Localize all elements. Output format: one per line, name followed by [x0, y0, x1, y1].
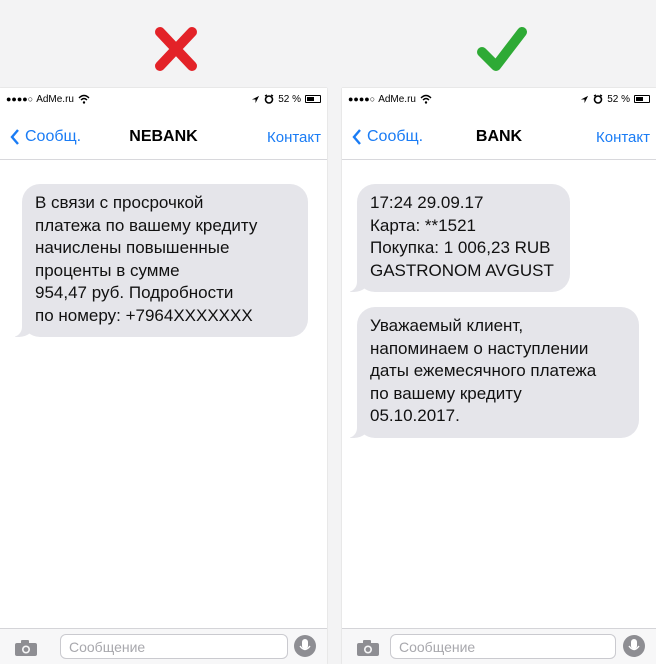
message-input-bar [0, 628, 327, 664]
chevron-left-icon [352, 129, 361, 145]
battery-icon [634, 95, 650, 103]
navigation-bar: Сообщ. BANK Контакт [342, 116, 656, 160]
message-input[interactable] [60, 634, 288, 659]
phone-screen-nebank: ●●●●○ AdMe.ru 52 % Сообщ. NEBANK Контакт… [0, 88, 327, 664]
alarm-icon [264, 94, 274, 104]
message-bubble: Уважаемый клиент, напоминаем о наступлен… [347, 307, 639, 438]
message-input-bar [342, 628, 656, 664]
carrier-name: AdMe.ru [378, 93, 416, 105]
battery-icon [305, 95, 321, 103]
back-label: Сообщ. [25, 128, 82, 145]
battery-percent: 52 % [607, 93, 630, 105]
back-button[interactable]: Сообщ. [352, 128, 423, 146]
message-bubble: В связи с просрочкой платежа по вашему к… [12, 184, 308, 337]
location-arrow-icon [581, 95, 589, 103]
alarm-icon [593, 94, 603, 104]
phone-screen-bank: ●●●●○ AdMe.ru 52 % Сообщ. BANK Контакт 1… [342, 88, 656, 664]
status-bar: ●●●●○ AdMe.ru 52 % [342, 88, 656, 110]
camera-icon[interactable] [14, 639, 38, 657]
message-bubble: 17:24 29.09.17 Карта: **1521 Покупка: 1 … [347, 184, 570, 292]
battery-percent: 52 % [278, 93, 301, 105]
signal-strength: ●●●●○ [348, 94, 376, 104]
wifi-icon [78, 94, 90, 104]
microphone-icon[interactable] [293, 634, 317, 658]
contact-button[interactable]: Контакт [267, 129, 321, 146]
location-arrow-icon [252, 95, 260, 103]
message-input[interactable] [390, 634, 616, 659]
back-button[interactable]: Сообщ. [10, 128, 81, 146]
checkmark-icon [472, 20, 532, 80]
signal-strength: ●●●●○ [6, 94, 34, 104]
camera-icon[interactable] [356, 639, 380, 657]
navigation-bar: Сообщ. NEBANK Контакт [0, 116, 327, 160]
contact-button[interactable]: Контакт [596, 129, 650, 146]
back-label: Сообщ. [367, 128, 424, 145]
cross-icon [146, 20, 206, 80]
chevron-left-icon [10, 129, 19, 145]
wifi-icon [420, 94, 432, 104]
status-bar: ●●●●○ AdMe.ru 52 % [0, 88, 327, 110]
microphone-icon[interactable] [622, 634, 646, 658]
carrier-name: AdMe.ru [36, 93, 74, 105]
